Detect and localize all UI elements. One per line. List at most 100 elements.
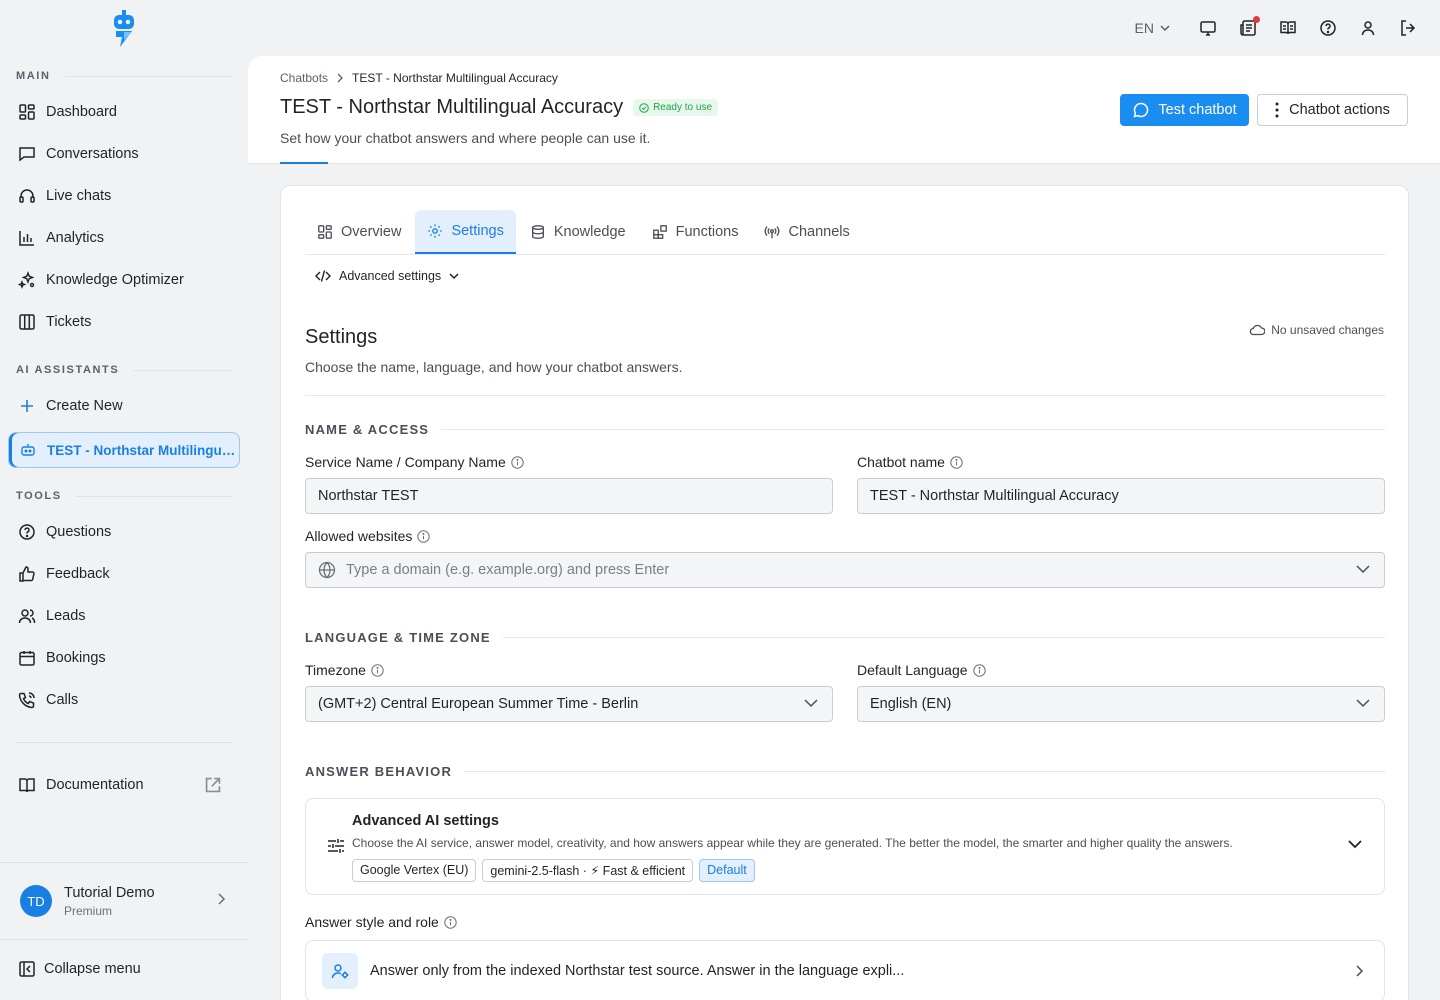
profile-plan: Premium <box>64 903 113 918</box>
logout-icon[interactable] <box>1398 18 1418 38</box>
columns-icon <box>19 314 35 330</box>
answer-style-label: Answer style and role <box>305 914 457 930</box>
thumbs-up-icon <box>19 566 35 582</box>
info-icon[interactable] <box>511 455 524 469</box>
service-name-field[interactable]: Northstar TEST <box>305 478 833 514</box>
user-icon[interactable] <box>1358 18 1378 38</box>
profile-menu[interactable]: TD Tutorial Demo Premium <box>0 863 248 939</box>
info-icon[interactable] <box>972 663 986 677</box>
default-language-value: English (EN) <box>870 696 952 712</box>
advanced-settings-label: Advanced settings <box>339 269 442 283</box>
chevron-down-icon[interactable] <box>1348 839 1362 849</box>
sidebar-item-dashboard[interactable]: Dashboard <box>8 94 240 130</box>
test-chatbot-button[interactable]: Test chatbot <box>1120 94 1249 126</box>
sidebar-item-label: Feedback <box>46 566 110 582</box>
default-language-label: Default Language <box>857 662 986 678</box>
sidebar-item-leads[interactable]: Leads <box>8 598 240 634</box>
advanced-ai-settings-panel[interactable]: Advanced AI settings Choose the AI servi… <box>305 798 1385 895</box>
model-chip: gemini-2.5-flash · ⚡ Fast & efficient <box>482 859 694 882</box>
open-book-icon[interactable] <box>1278 18 1298 38</box>
sidebar-item-label: Analytics <box>46 230 105 246</box>
sidebar-item-bookings[interactable]: Bookings <box>8 640 240 676</box>
notification-dot <box>1253 16 1260 23</box>
database-icon <box>531 225 544 239</box>
headset-icon <box>19 189 35 203</box>
sparkle-icon <box>18 271 35 289</box>
sidebar-item-conversations[interactable]: Conversations <box>8 136 240 172</box>
tab-channels[interactable]: Channels <box>752 210 861 254</box>
breadcrumb: Chatbots TEST - Northstar Multilingual A… <box>280 71 558 85</box>
sidebar-item-label: Questions <box>46 524 112 540</box>
create-new-button[interactable]: Create New <box>8 388 240 424</box>
provider-chip: Google Vertex (EU) <box>352 859 477 882</box>
sidebar-item-feedback[interactable]: Feedback <box>8 556 240 592</box>
tab-overview[interactable]: Overview <box>305 210 413 254</box>
answer-style-row[interactable]: Answer only from the indexed Northstar t… <box>305 940 1385 1000</box>
service-name-label: Service Name / Company Name <box>305 454 524 470</box>
more-vertical-icon <box>1275 102 1279 118</box>
section-divider <box>305 395 1385 396</box>
group-heading-name-access: NAME & ACCESS <box>305 422 1385 437</box>
page-header: Chatbots TEST - Northstar Multilingual A… <box>248 56 1440 164</box>
default-badge: Default <box>699 859 755 882</box>
sidebar-item-label: Knowledge Optimizer <box>46 272 184 288</box>
sidebar-item-label: Documentation <box>46 777 144 793</box>
allowed-websites-input[interactable]: Type a domain (e.g. example.org) and pre… <box>305 552 1385 588</box>
news-button[interactable] <box>1238 16 1260 38</box>
sidebar-item-live-chats[interactable]: Live chats <box>8 178 240 214</box>
sidebar-item-label: Dashboard <box>46 104 117 120</box>
save-status-text: No unsaved changes <box>1271 323 1384 337</box>
section-description: Choose the name, language, and how your … <box>305 359 683 375</box>
sidebar-divider <box>0 939 248 940</box>
info-icon[interactable] <box>444 915 457 929</box>
sidebar-item-analytics[interactable]: Analytics <box>8 220 240 256</box>
chatbot-name-field[interactable]: TEST - Northstar Multilingual Accuracy <box>857 478 1385 514</box>
user-settings-icon <box>331 964 349 979</box>
chatbot-actions-button[interactable]: Chatbot actions <box>1257 94 1408 126</box>
info-icon[interactable] <box>371 663 384 677</box>
timezone-value: (GMT+2) Central European Summer Time - B… <box>318 696 639 712</box>
code-icon <box>315 270 331 282</box>
dashboard-icon <box>318 225 332 239</box>
gear-icon <box>428 224 443 238</box>
collapse-menu-label: Collapse menu <box>44 961 141 977</box>
breadcrumb-current: TEST - Northstar Multilingual Accuracy <box>352 71 558 85</box>
language-selector[interactable]: EN <box>1135 20 1170 36</box>
sidebar-item-documentation[interactable]: Documentation <box>8 767 240 803</box>
language-label: EN <box>1134 20 1154 36</box>
tab-label: Overview <box>341 224 402 240</box>
chevron-down-icon <box>1160 25 1170 32</box>
tab-label: Functions <box>675 224 739 240</box>
help-icon[interactable] <box>1318 18 1338 38</box>
header-accent-underline <box>280 162 328 164</box>
info-icon[interactable] <box>950 455 963 469</box>
sidebar-item-calls[interactable]: Calls <box>8 682 240 718</box>
group-heading-language-timezone: LANGUAGE & TIME ZONE <box>305 630 1385 645</box>
tab-knowledge[interactable]: Knowledge <box>518 210 638 254</box>
answer-style-text: Answer only from the indexed Northstar t… <box>370 963 905 979</box>
tab-functions[interactable]: Functions <box>640 210 751 254</box>
save-status: No unsaved changes <box>1249 323 1384 337</box>
breadcrumb-root-link[interactable]: Chatbots <box>280 71 328 85</box>
monitor-icon[interactable] <box>1198 18 1218 38</box>
chevron-down-icon <box>449 273 459 280</box>
tab-settings[interactable]: Settings <box>415 210 516 254</box>
collapse-menu-button[interactable]: Collapse menu <box>18 960 141 978</box>
sidebar-item-questions[interactable]: Questions <box>8 514 240 550</box>
chat-icon <box>19 147 35 162</box>
sidebar-item-active-bot[interactable]: TEST - Northstar Multilingual Accuracy <box>8 432 240 468</box>
advanced-settings-toggle[interactable]: Advanced settings <box>315 269 459 283</box>
sidebar-item-label: Live chats <box>46 188 112 204</box>
active-bot-label: TEST - Northstar Multilingual Accuracy <box>47 442 237 458</box>
robot-logo-icon[interactable] <box>110 10 138 48</box>
ai-config-chips: Google Vertex (EU) gemini-2.5-flash · ⚡ … <box>352 859 755 882</box>
default-language-select[interactable]: English (EN) <box>857 686 1385 722</box>
info-icon[interactable] <box>417 529 431 543</box>
sidebar-item-knowledge-optimizer[interactable]: Knowledge Optimizer <box>8 262 240 298</box>
status-badge: Ready to use <box>633 99 719 116</box>
check-circle-icon <box>639 102 649 113</box>
sidebar-item-label: Leads <box>46 608 86 624</box>
sidebar-item-tickets[interactable]: Tickets <box>8 304 240 340</box>
timezone-select[interactable]: (GMT+2) Central European Summer Time - B… <box>305 686 833 722</box>
profile-name: Tutorial Demo <box>64 884 155 901</box>
